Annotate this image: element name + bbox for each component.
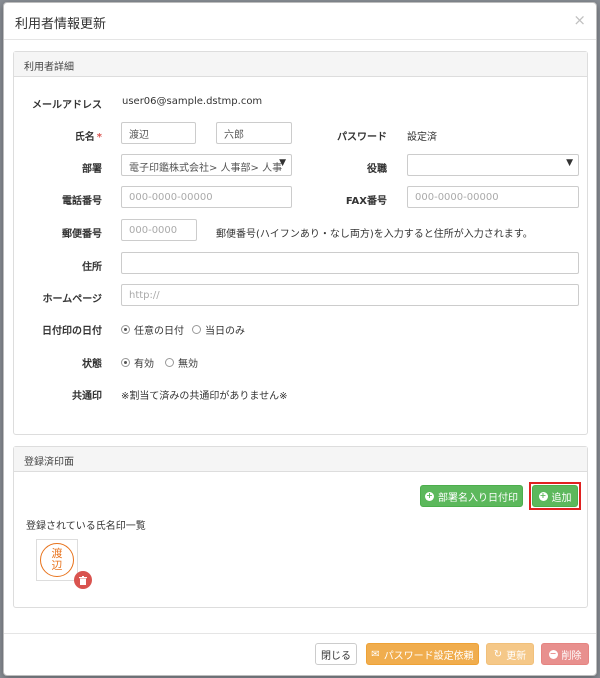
date-stamp-option-today[interactable]: 当日のみ (192, 322, 245, 337)
name-label: 氏名 * (24, 128, 102, 143)
last-name-input[interactable] (121, 122, 196, 144)
email-value: user06@sample.dstmp.com (122, 96, 263, 107)
password-value: 設定済 (407, 132, 437, 143)
first-name-input[interactable] (216, 122, 292, 144)
close-button-label: 閉じる (321, 650, 351, 662)
radio-unselected-icon (165, 358, 174, 367)
date-stamp-option-any[interactable]: 任意の日付 (121, 322, 184, 337)
phone-label: 電話番号 (62, 196, 102, 207)
position-label: 役職 (367, 164, 387, 175)
postal-hint: 郵便番号(ハイフンあり・なし両方)を入力すると住所が入力されます。 (216, 229, 533, 240)
user-update-modal: 利用者情報更新 × 利用者詳細 メールアドレス user06@sample.ds… (3, 2, 597, 676)
date-stamp-label: 日付印の日付 (42, 326, 102, 337)
close-icon[interactable]: × (573, 11, 586, 29)
dept-date-stamp-button-label: 部署名入り日付印 (438, 492, 518, 504)
password-request-button-label: パスワード設定依頼 (383, 650, 474, 662)
status-option-inactive-label: 無効 (178, 359, 198, 370)
postal-input[interactable] (121, 219, 197, 241)
modal-title: 利用者情報更新 (15, 17, 107, 32)
name-stamp-seal: 渡 辺 (40, 543, 74, 577)
dept-date-stamp-button[interactable]: + 部署名入り日付印 (420, 485, 523, 507)
password-label: パスワード (337, 132, 387, 143)
fax-label: FAX番号 (345, 196, 387, 207)
homepage-label: ホームページ (42, 294, 103, 305)
stamps-panel: 登録済印面 + 部署名入り日付印 + 追加 登録されている氏名印一覧 渡 辺 (13, 446, 588, 608)
homepage-input[interactable] (121, 284, 579, 306)
status-label: 状態 (82, 359, 102, 370)
department-label: 部署 (82, 164, 102, 175)
name-stamp-card[interactable]: 渡 辺 (36, 539, 78, 581)
status-option-active[interactable]: 有効 (121, 355, 154, 370)
delete-stamp-button[interactable] (74, 571, 92, 589)
radio-selected-icon (121, 358, 130, 367)
postal-label: 郵便番号 (62, 229, 102, 240)
dropdown-arrow-icon: ▼ (279, 158, 286, 168)
minus-circle-icon: − (548, 649, 558, 659)
trash-icon (79, 575, 87, 585)
department-value: 電子印鑑株式会社> 人事部> 人事 (129, 163, 283, 174)
status-option-inactive[interactable]: 無効 (165, 355, 198, 370)
phone-input[interactable] (121, 186, 292, 208)
delete-button[interactable]: − 削除 (541, 643, 589, 665)
delete-button-label: 削除 (561, 650, 582, 662)
details-panel: 利用者詳細 メールアドレス user06@sample.dstmp.com 氏名… (13, 51, 588, 435)
fax-input[interactable] (407, 186, 579, 208)
password-request-button[interactable]: ✉ パスワード設定依頼 (366, 643, 479, 665)
radio-selected-icon (121, 325, 130, 334)
common-stamp-label: 共通印 (72, 391, 102, 402)
stamps-heading: 登録済印面 (14, 447, 587, 472)
date-stamp-option-today-label: 当日のみ (205, 326, 245, 337)
required-mark: * (96, 132, 102, 143)
dropdown-arrow-icon: ▼ (566, 158, 573, 168)
update-button[interactable]: ↻ 更新 (486, 643, 534, 665)
details-heading: 利用者詳細 (14, 52, 587, 77)
stamp-char-2: 辺 (51, 559, 63, 572)
plus-circle-icon: + (425, 491, 434, 501)
position-select[interactable]: ▼ (407, 154, 579, 176)
status-option-active-label: 有効 (134, 359, 154, 370)
stamp-list-label: 登録されている氏名印一覧 (26, 521, 146, 532)
modal-header: 利用者情報更新 × (4, 3, 596, 40)
address-input[interactable] (121, 252, 579, 274)
email-label: メールアドレス (32, 100, 102, 111)
add-stamp-button-label: 追加 (551, 492, 572, 504)
radio-unselected-icon (192, 325, 201, 334)
footer-divider (4, 633, 596, 634)
envelope-icon: ✉ (371, 648, 380, 660)
update-button-label: 更新 (506, 650, 527, 662)
name-label-text: 氏名 (74, 132, 95, 143)
department-select[interactable]: 電子印鑑株式会社> 人事部> 人事 ▼ (121, 154, 292, 176)
common-stamp-value: ※割当て済みの共通印がありません※ (121, 391, 288, 402)
refresh-icon: ↻ (493, 648, 503, 660)
plus-circle-icon: + (538, 491, 548, 501)
close-button[interactable]: 閉じる (315, 643, 357, 665)
address-label: 住所 (82, 262, 102, 273)
date-stamp-option-any-label: 任意の日付 (134, 326, 184, 337)
add-stamp-button[interactable]: + 追加 (532, 485, 578, 507)
